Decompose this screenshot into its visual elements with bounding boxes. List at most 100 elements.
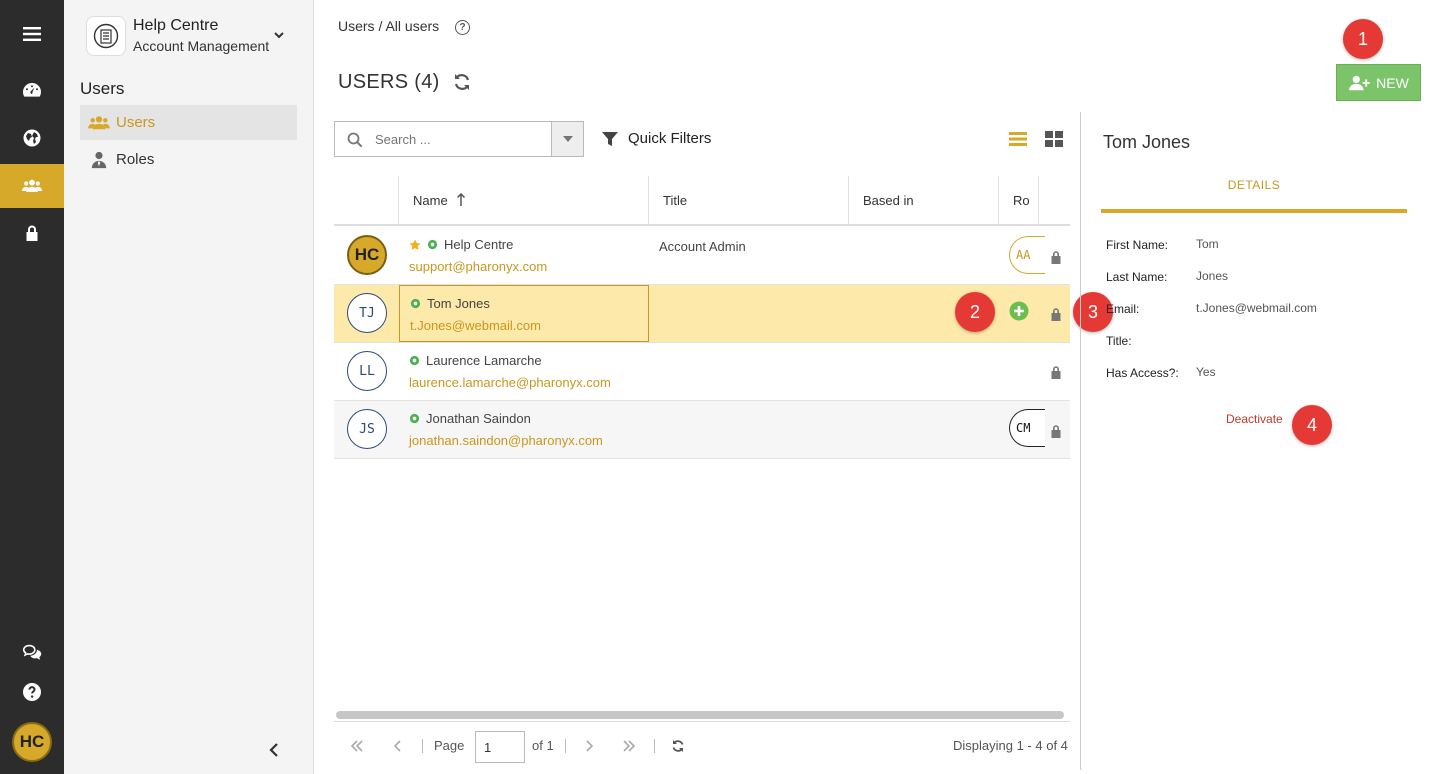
active-status-icon	[427, 239, 438, 250]
lock-icon[interactable]	[0, 211, 64, 255]
help-icon[interactable]	[0, 670, 64, 714]
column-header-name[interactable]: Name	[398, 176, 648, 224]
role-chip[interactable]: CM	[1009, 409, 1045, 447]
sidebar-item-label: Roles	[116, 151, 155, 168]
lock-icon[interactable]	[1050, 424, 1062, 438]
next-page-icon[interactable]	[582, 739, 596, 753]
globe-icon[interactable]	[0, 116, 64, 160]
horizontal-scrollbar[interactable]	[336, 711, 1064, 719]
detail-user-name: Tom Jones	[1103, 132, 1191, 152]
user-name-text: Laurence Lamarche	[426, 353, 542, 368]
lock-icon[interactable]	[1050, 307, 1062, 321]
name-cell[interactable]: Laurence Lamarche laurence.lamarche@phar…	[399, 343, 649, 400]
chat-icon[interactable]	[0, 630, 64, 674]
table-row[interactable]: HC Help Centre support@pharonyx.com Acco…	[334, 227, 1070, 285]
pagination-bar: Page of 1 Displaying 1 - 4 of 4	[334, 721, 1070, 771]
users-icon	[88, 115, 110, 129]
user-name-text: Help Centre	[444, 237, 514, 252]
deactivate-link[interactable]: Deactivate	[1226, 412, 1283, 426]
user-name: Jonathan Saindon	[409, 411, 531, 426]
help-question-icon[interactable]: ?	[455, 20, 470, 35]
page-label: Page	[434, 738, 465, 753]
pager-separator	[422, 739, 423, 753]
column-header-title[interactable]: Title	[648, 176, 848, 224]
search-input[interactable]	[335, 122, 551, 156]
sidebar: Help Centre Account Management Users Use…	[64, 0, 314, 774]
column-label: Name	[413, 192, 448, 208]
sort-ascending-icon	[456, 193, 465, 206]
current-user-avatar[interactable]: HC	[12, 722, 52, 762]
list-view-icon[interactable]	[1008, 130, 1028, 148]
role-chip[interactable]: AA	[1009, 236, 1045, 274]
search-dropdown-button[interactable]	[551, 122, 583, 156]
previous-page-icon[interactable]	[391, 739, 405, 753]
column-header-spacer	[1038, 176, 1070, 224]
avatar: TJ	[347, 293, 387, 333]
quick-filters-button[interactable]: Quick Filters	[602, 130, 711, 147]
dashboard-icon[interactable]	[0, 68, 64, 112]
lock-icon[interactable]	[1050, 365, 1062, 379]
page-number-input[interactable]	[475, 731, 525, 763]
displaying-summary: Displaying 1 - 4 of 4	[953, 738, 1068, 753]
user-detail-panel: Tom Jones DETAILS First Name: Tom Last N…	[1080, 112, 1440, 770]
lock-icon[interactable]	[1050, 250, 1062, 264]
user-name-text: Tom Jones	[427, 296, 490, 311]
column-header-based-in[interactable]: Based in	[848, 176, 998, 224]
org-subtitle[interactable]: Account Management	[133, 38, 269, 54]
user-email[interactable]: jonathan.saindon@pharonyx.com	[409, 433, 603, 448]
breadcrumb[interactable]: Users / All users	[338, 18, 439, 34]
org-name[interactable]: Help Centre	[133, 17, 218, 35]
page-title: USERS (4)	[338, 71, 440, 93]
field-label-email: Email:	[1106, 302, 1140, 316]
menu-icon[interactable]	[0, 12, 64, 56]
first-page-icon[interactable]	[350, 739, 364, 753]
add-role-icon[interactable]	[1009, 301, 1029, 321]
users-table: Name Title Based in Ro HC Help Centre su…	[334, 176, 1070, 708]
table-header: Name Title Based in Ro	[334, 176, 1070, 226]
org-logo-icon	[86, 16, 126, 56]
new-button-label: NEW	[1376, 74, 1409, 91]
last-page-icon[interactable]	[622, 739, 636, 753]
user-tie-icon	[91, 151, 107, 168]
page-count-label: of 1	[532, 738, 554, 753]
refresh-icon[interactable]	[452, 72, 472, 92]
sidebar-section-title: Users	[80, 79, 125, 98]
user-email[interactable]: support@pharonyx.com	[409, 259, 547, 274]
step-badge-4: 4	[1292, 405, 1332, 445]
table-row[interactable]: LL Laurence Lamarche laurence.lamarche@p…	[334, 343, 1070, 401]
new-user-button[interactable]: NEW	[1336, 64, 1421, 101]
name-cell[interactable]: Tom Jones t.Jones@webmail.com	[399, 285, 649, 342]
user-name: Laurence Lamarche	[409, 353, 542, 368]
field-value-has-access: Yes	[1196, 365, 1216, 379]
active-status-icon	[409, 413, 420, 424]
sidebar-item-users[interactable]: Users	[80, 105, 297, 140]
active-status-icon	[410, 298, 421, 309]
chevron-down-icon[interactable]	[272, 28, 286, 42]
avatar: JS	[347, 409, 387, 449]
table-row[interactable]: JS Jonathan Saindon jonathan.saindon@pha…	[334, 401, 1070, 459]
field-value-email: t.Jones@webmail.com	[1196, 301, 1317, 315]
quick-filters-label: Quick Filters	[628, 130, 712, 147]
search-icon	[347, 132, 363, 148]
name-cell[interactable]: Help Centre support@pharonyx.com	[399, 227, 649, 284]
avatar: HC	[347, 235, 387, 275]
active-status-icon	[409, 355, 420, 366]
column-header-roles[interactable]: Ro	[998, 176, 1038, 224]
sidebar-item-roles[interactable]: Roles	[80, 142, 297, 177]
tab-details[interactable]: DETAILS	[1101, 178, 1407, 192]
pager-separator	[654, 739, 655, 753]
user-email[interactable]: t.Jones@webmail.com	[410, 318, 541, 333]
collapse-sidebar-icon[interactable]	[266, 740, 282, 760]
user-name: Help Centre	[409, 237, 513, 252]
field-value-last-name: Jones	[1196, 269, 1229, 283]
sidebar-item-label: Users	[116, 114, 156, 131]
users-icon[interactable]	[0, 164, 64, 208]
user-name: Tom Jones	[410, 296, 490, 311]
main-content: Users / All users ? USERS (4) 1 NEW Quic…	[314, 0, 1440, 774]
field-value-first-name: Tom	[1196, 237, 1219, 251]
user-email[interactable]: laurence.lamarche@pharonyx.com	[409, 375, 611, 390]
name-cell[interactable]: Jonathan Saindon jonathan.saindon@pharon…	[399, 401, 649, 458]
app-rail: HC	[0, 0, 64, 774]
refresh-icon[interactable]	[671, 739, 685, 753]
grid-view-icon[interactable]	[1044, 130, 1064, 148]
